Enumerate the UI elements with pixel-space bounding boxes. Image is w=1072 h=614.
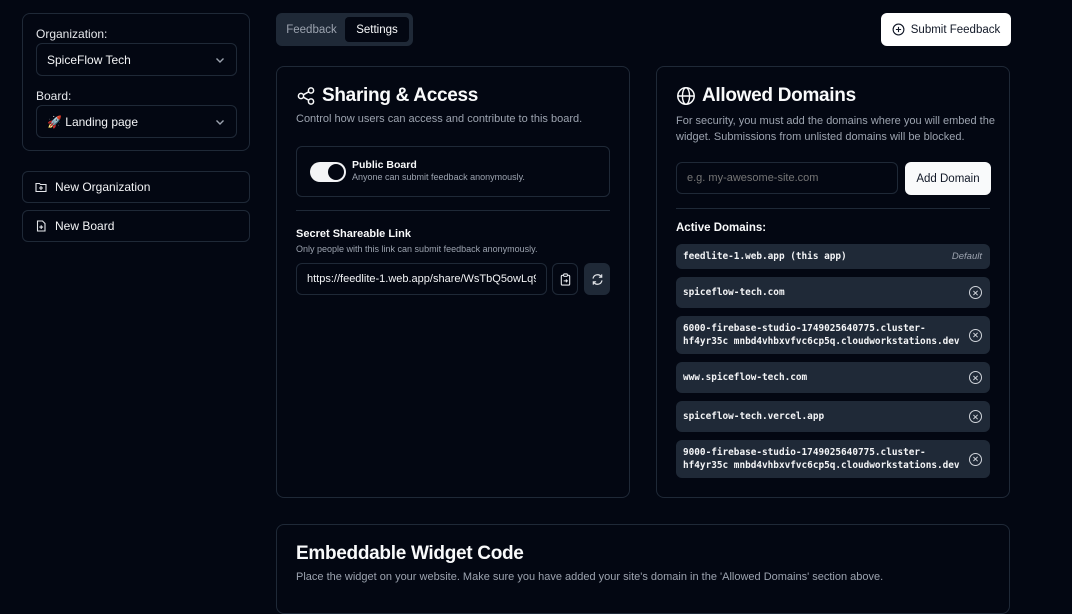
board-select-value: 🚀 Landing page <box>47 114 139 129</box>
domain-input[interactable] <box>676 162 898 194</box>
new-organization-label: New Organization <box>55 180 151 194</box>
domains-subtitle: For security, you must add the domains w… <box>676 115 995 143</box>
sharing-title: Sharing & Access <box>322 85 479 106</box>
refresh-icon <box>591 273 604 286</box>
domains-title: Allowed Domains <box>702 85 856 106</box>
sharing-subtitle: Control how users can access and contrib… <box>296 113 583 125</box>
submit-feedback-label: Submit Feedback <box>910 23 1001 36</box>
tab-settings-label: Settings <box>356 23 398 36</box>
domain-item: www.spiceflow-tech.com <box>676 362 990 393</box>
chevron-down-icon <box>214 54 226 66</box>
embed-title: Embeddable Widget Code <box>296 543 524 564</box>
clipboard-icon <box>559 272 572 286</box>
domain-text: 6000-firebase-studio-1749025640775.clust… <box>683 323 960 347</box>
domain-text: www.spiceflow-tech.com <box>683 372 808 383</box>
secret-link-input[interactable]: https://feedlite-1.web.app/share/WsTbQ5o… <box>296 263 547 295</box>
domain-text: spiceflow-tech.vercel.app <box>683 411 825 422</box>
org-select-value: SpiceFlow Tech <box>47 52 131 67</box>
embed-subtitle: Place the widget on your website. Make s… <box>296 571 884 583</box>
copy-link-button[interactable] <box>552 263 578 295</box>
new-board-label: New Board <box>55 219 115 233</box>
public-board-desc: Anyone can submit feedback anonymously. <box>352 172 525 182</box>
remove-domain-icon[interactable] <box>969 410 982 423</box>
remove-domain-icon[interactable] <box>969 286 982 299</box>
embed-card <box>276 524 1010 614</box>
share-icon <box>296 86 316 106</box>
secret-link-value: https://feedlite-1.web.app/share/WsTbQ5o… <box>307 273 536 285</box>
tab-settings[interactable]: Settings <box>345 17 409 42</box>
regenerate-link-button[interactable] <box>584 263 610 295</box>
domains-divider <box>676 208 990 209</box>
chevron-down-icon <box>214 116 226 128</box>
org-select[interactable]: SpiceFlow Tech <box>36 43 237 76</box>
domain-text: 9000-firebase-studio-1749025640775.clust… <box>683 447 960 471</box>
domain-text: spiceflow-tech.com <box>683 287 785 298</box>
active-domains-label: Active Domains: <box>676 222 767 234</box>
secret-link-desc: Only people with this link can submit fe… <box>296 244 538 254</box>
domain-item: spiceflow-tech.com <box>676 277 990 308</box>
board-select[interactable]: 🚀 Landing page <box>36 105 237 138</box>
submit-feedback-button[interactable]: Submit Feedback <box>881 13 1011 46</box>
domain-item-default: feedlite-1.web.app (this app) Default <box>676 244 990 269</box>
tab-feedback[interactable]: Feedback <box>280 17 343 42</box>
folder-plus-icon <box>35 181 47 193</box>
tab-feedback-label: Feedback <box>286 23 337 36</box>
public-board-title: Public Board <box>352 159 417 171</box>
sharing-divider <box>296 210 610 211</box>
remove-domain-icon[interactable] <box>969 452 982 466</box>
file-plus-icon <box>35 220 47 232</box>
domain-item: 9000-firebase-studio-1749025640775.clust… <box>676 440 990 478</box>
domain-item: 6000-firebase-studio-1749025640775.clust… <box>676 316 990 354</box>
globe-icon <box>676 86 696 106</box>
public-board-toggle[interactable] <box>310 162 346 182</box>
remove-domain-icon[interactable] <box>969 328 982 342</box>
remove-domain-icon[interactable] <box>969 371 982 384</box>
default-badge: Default <box>951 251 982 262</box>
new-organization-button[interactable]: New Organization <box>22 171 250 203</box>
org-label: Organization: <box>36 27 108 41</box>
domain-item: spiceflow-tech.vercel.app <box>676 401 990 432</box>
domain-text: feedlite-1.web.app (this app) <box>683 251 847 262</box>
secret-link-title: Secret Shareable Link <box>296 228 411 240</box>
board-label: Board: <box>36 89 72 103</box>
add-domain-button[interactable]: Add Domain <box>905 162 991 195</box>
plus-circle-icon <box>892 23 905 36</box>
add-domain-label: Add Domain <box>916 172 980 185</box>
new-board-button[interactable]: New Board <box>22 210 250 242</box>
toggle-knob <box>328 164 344 180</box>
